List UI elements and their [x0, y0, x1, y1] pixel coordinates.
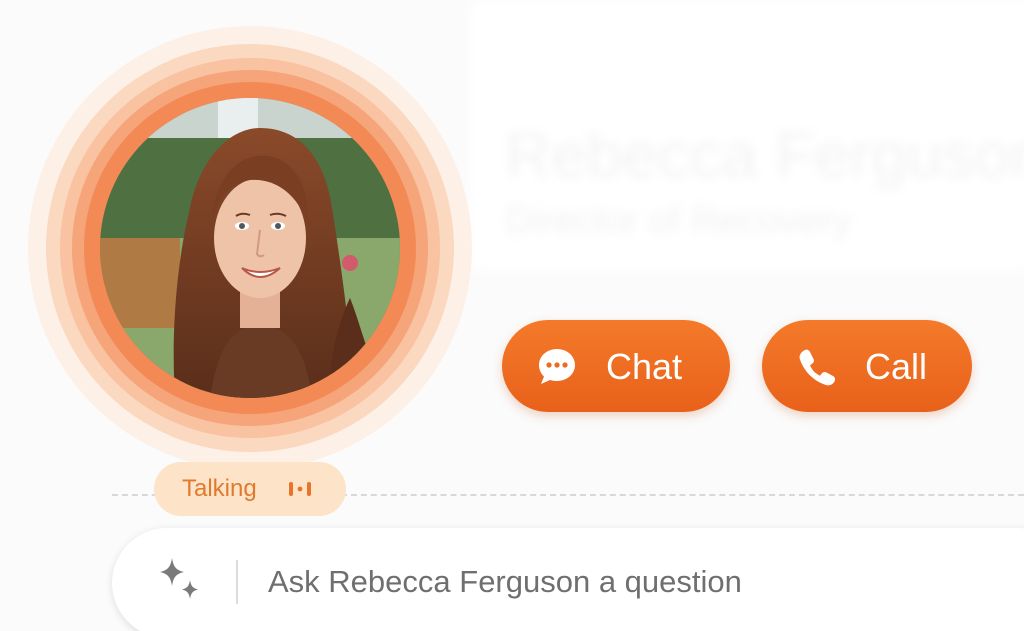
profile-card: Rebecca Ferguson Director of Recovery Ch… — [0, 0, 1024, 631]
avatar[interactable] — [100, 98, 400, 398]
chat-bubble-icon — [539, 349, 575, 384]
ask-input[interactable] — [268, 556, 968, 608]
status-label: Talking — [182, 475, 257, 502]
profile-title: Director of Recovery — [505, 200, 852, 242]
status-badge: Talking — [154, 462, 346, 516]
chat-button-label: Chat — [606, 346, 683, 387]
input-separator — [236, 560, 238, 604]
call-button[interactable]: Call — [762, 320, 972, 412]
profile-name: Rebecca Ferguson — [505, 119, 1024, 191]
sparkle-icon — [160, 558, 198, 599]
phone-icon — [799, 349, 836, 386]
audio-wave-icon — [289, 482, 311, 496]
ask-question-bar[interactable] — [112, 528, 1024, 631]
chat-button[interactable]: Chat — [502, 320, 730, 412]
call-button-label: Call — [865, 346, 928, 387]
